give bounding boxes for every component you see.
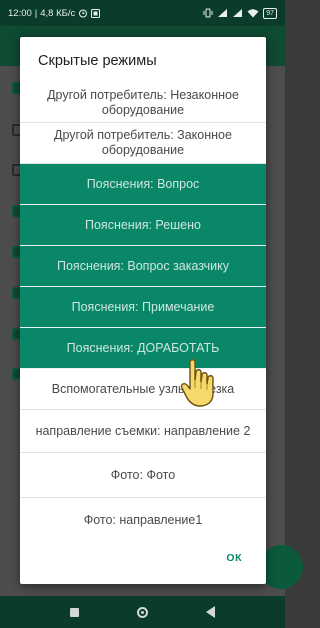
battery-icon: 97 (263, 7, 277, 19)
list-item-label: направление съемки: направление 2 (35, 423, 251, 438)
home-button[interactable] (137, 606, 148, 618)
hidden-modes-dialog: Скрытые режимы Другой потребитель: Незак… (20, 37, 266, 584)
list-item-label: Другой потребитель: Законное оборудовани… (54, 128, 232, 157)
list-item-label: Пояснения: Примечание (71, 299, 215, 314)
modes-list: Другой потребитель: Незаконное оборудова… (20, 83, 266, 543)
wifi-icon (247, 9, 259, 18)
list-item-selected[interactable]: Пояснения: Решено (20, 205, 266, 246)
list-item-selected[interactable]: Пояснения: Примечание (20, 287, 266, 328)
list-item-label: Пояснения: Вопрос (86, 176, 200, 191)
list-item-label: Другой потребитель: Незаконное оборудова… (47, 87, 239, 117)
list-item-label: Фото: направление1 (83, 513, 203, 527)
list-item-selected[interactable]: Пояснения: Вопрос заказчику (20, 246, 266, 287)
list-item-selected[interactable]: Пояснения: Вопрос (20, 164, 266, 205)
app-notification-icon (91, 8, 101, 18)
list-item-label: Пояснения: Вопрос заказчику (56, 258, 229, 273)
list-item[interactable]: Вспомогательные узлы: Врезка (20, 369, 266, 410)
signal-icon (218, 9, 228, 17)
list-item[interactable]: Фото: Фото (20, 453, 266, 498)
dialog-footer: ОК (20, 536, 266, 584)
list-item-label: Пояснения: Решено (85, 217, 201, 232)
recents-button[interactable] (70, 607, 79, 617)
pointer-hand-icon (180, 359, 214, 407)
ok-button[interactable]: ОК (226, 552, 242, 564)
list-item-selected[interactable]: Пояснения: ДОРАБОТАТЬ (20, 328, 266, 369)
status-time: 12:00 (8, 7, 32, 19)
network-speed: 4,8 КБ/с (40, 7, 76, 19)
list-item[interactable]: Другой потребитель: Законное оборудовани… (20, 123, 266, 164)
alarm-icon (79, 9, 88, 18)
list-item[interactable]: Другой потребитель: Незаконное оборудова… (20, 83, 266, 123)
navigation-bar (0, 596, 285, 628)
signal-icon (233, 9, 243, 17)
list-item[interactable]: направление съемки: направление 2 (20, 410, 266, 453)
back-button[interactable] (206, 606, 215, 618)
status-bar: 12:00 | 4,8 КБ/с 97 (0, 0, 285, 26)
battery-level: 97 (266, 9, 274, 17)
dialog-title: Скрытые режимы (38, 53, 157, 69)
list-item-label: Фото: Фото (110, 467, 176, 482)
vibrate-icon (203, 8, 213, 18)
list-item-label: Пояснения: ДОРАБОТАТЬ (66, 340, 220, 355)
